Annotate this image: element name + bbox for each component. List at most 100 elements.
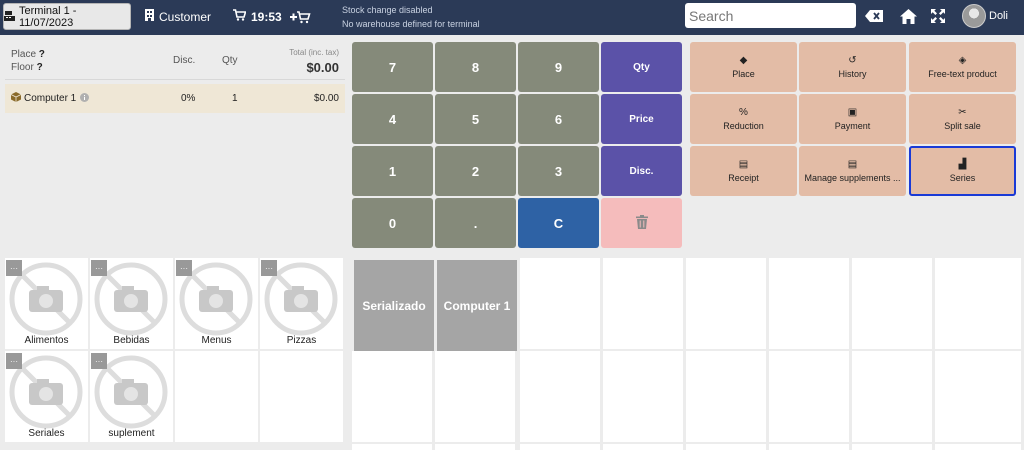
reduction-button[interactable]: % Reduction bbox=[690, 94, 797, 144]
disc-header: Disc. bbox=[173, 55, 196, 66]
stock-status: Stock change disabled bbox=[342, 5, 433, 15]
history-button[interactable]: ↺ History bbox=[799, 42, 906, 92]
order-panel: Place ? Floor ? Disc. Qty Total (inc. ta… bbox=[5, 42, 345, 250]
empty-product-slot bbox=[435, 444, 515, 450]
customer-label: Customer bbox=[159, 9, 212, 24]
empty-product-slot bbox=[603, 351, 683, 442]
key-6[interactable]: 6 bbox=[518, 94, 599, 144]
category-label: Seriales bbox=[28, 428, 65, 439]
search-input[interactable] bbox=[685, 3, 856, 28]
receipt-icon: ▤ bbox=[738, 158, 749, 170]
reduction-button-label: Reduction bbox=[723, 120, 764, 131]
receipt-button-label: Receipt bbox=[728, 172, 759, 183]
category-tile[interactable]: ··· Seriales bbox=[5, 351, 88, 442]
category-tile[interactable]: ··· Alimentos bbox=[5, 258, 88, 349]
split-sale-button-label: Split sale bbox=[944, 120, 981, 131]
fullscreen-icon[interactable] bbox=[928, 6, 948, 26]
empty-product-slot bbox=[935, 258, 1021, 349]
terminal-button[interactable]: Terminal 1 - 11/07/2023 bbox=[3, 3, 131, 30]
series-button[interactable]: ▟ Series bbox=[909, 146, 1016, 196]
terminal-label: Terminal 1 - 11/07/2023 bbox=[19, 4, 77, 29]
key-dot[interactable]: . bbox=[435, 198, 516, 248]
empty-product-slot bbox=[435, 351, 515, 442]
box-icon: ◈ bbox=[958, 54, 967, 66]
percent-icon: % bbox=[739, 106, 748, 118]
time-display: 19:53 bbox=[251, 9, 282, 24]
payment-button[interactable]: ▣ Payment bbox=[799, 94, 906, 144]
order-header: Place ? Floor ? Disc. Qty Total (inc. ta… bbox=[5, 42, 345, 80]
free-text-product-button[interactable]: ◈ Free-text product bbox=[909, 42, 1016, 92]
customer-icon bbox=[145, 9, 154, 24]
more-icon[interactable]: ··· bbox=[6, 260, 22, 276]
delete-button[interactable] bbox=[601, 198, 682, 248]
user-name[interactable]: Doli bbox=[989, 10, 1008, 22]
more-icon[interactable]: ··· bbox=[176, 260, 192, 276]
price-mode-button[interactable]: Price bbox=[601, 94, 682, 144]
empty-product-slot bbox=[352, 444, 432, 450]
empty-category-slot bbox=[175, 351, 258, 442]
empty-product-slot bbox=[935, 351, 1021, 442]
empty-product-slot bbox=[935, 444, 1021, 450]
money-icon: ▣ bbox=[847, 106, 858, 118]
order-line[interactable]: Computer 1 0% 1 $0.00 bbox=[5, 84, 345, 113]
add-cart-icon[interactable] bbox=[289, 0, 311, 33]
more-icon[interactable]: ··· bbox=[91, 353, 107, 369]
clear-search-icon[interactable] bbox=[864, 6, 884, 26]
history-icon: ↺ bbox=[848, 54, 857, 66]
order-line-disc: 0% bbox=[181, 93, 196, 104]
key-8[interactable]: 8 bbox=[435, 42, 516, 92]
category-tile[interactable]: ··· Menus bbox=[175, 258, 258, 349]
category-tile[interactable]: ··· Pizzas bbox=[260, 258, 343, 349]
list-icon: ▤ bbox=[847, 158, 858, 170]
order-line-qty: 1 bbox=[232, 93, 238, 104]
place-label: Place bbox=[11, 49, 37, 60]
empty-product-slot bbox=[603, 258, 683, 349]
info-icon[interactable] bbox=[80, 93, 89, 105]
floor-value: ? bbox=[36, 62, 43, 73]
empty-product-slot bbox=[852, 258, 932, 349]
empty-product-slot bbox=[352, 351, 432, 442]
key-0[interactable]: 0 bbox=[352, 198, 433, 248]
user-avatar[interactable] bbox=[962, 4, 986, 28]
split-sale-button[interactable]: ✂ Split sale bbox=[909, 94, 1016, 144]
key-4[interactable]: 4 bbox=[352, 94, 433, 144]
place-button[interactable]: ◆ Place bbox=[690, 42, 797, 92]
category-label: suplement bbox=[108, 428, 155, 439]
more-icon[interactable]: ··· bbox=[91, 260, 107, 276]
manage-supplements-button[interactable]: ▤ Manage supplements ... bbox=[799, 146, 906, 196]
numpad: 7 8 9 Qty 4 5 6 Price 1 2 3 Disc. 0 . C bbox=[352, 42, 682, 248]
customer-button[interactable]: Customer bbox=[145, 0, 211, 33]
history-button-label: History bbox=[838, 68, 867, 79]
empty-product-slot bbox=[686, 444, 766, 450]
empty-product-slot bbox=[603, 444, 683, 450]
receipt-button[interactable]: ▤ Receipt bbox=[690, 146, 797, 196]
key-2[interactable]: 2 bbox=[435, 146, 516, 196]
empty-product-slot bbox=[520, 258, 600, 349]
category-label: Bebidas bbox=[113, 335, 150, 346]
category-tile[interactable]: ··· Bebidas bbox=[90, 258, 173, 349]
empty-category-slot bbox=[260, 351, 343, 442]
key-3[interactable]: 3 bbox=[518, 146, 599, 196]
place-floor-info: Place ? Floor ? bbox=[11, 48, 45, 74]
qty-mode-button[interactable]: Qty bbox=[601, 42, 682, 92]
action-buttons: ◆ Place ↺ History ◈ Free-text product % … bbox=[690, 42, 1020, 198]
home-icon[interactable] bbox=[898, 6, 918, 26]
key-7[interactable]: 7 bbox=[352, 42, 433, 92]
category-tile[interactable]: ··· suplement bbox=[90, 351, 173, 442]
key-9[interactable]: 9 bbox=[518, 42, 599, 92]
disc-mode-button[interactable]: Disc. bbox=[601, 146, 682, 196]
empty-product-slot bbox=[520, 351, 600, 442]
product-tile[interactable]: Serializado bbox=[354, 260, 434, 351]
series-button-label: Series bbox=[949, 172, 976, 183]
key-5[interactable]: 5 bbox=[435, 94, 516, 144]
cart-time[interactable]: 19:53 bbox=[233, 0, 282, 33]
empty-product-slot bbox=[769, 258, 849, 349]
key-1[interactable]: 1 bbox=[352, 146, 433, 196]
product-tile[interactable]: Computer 1 bbox=[437, 260, 517, 351]
empty-product-slot bbox=[852, 351, 932, 442]
empty-product-slot bbox=[520, 444, 600, 450]
more-icon[interactable]: ··· bbox=[261, 260, 277, 276]
warehouse-status: No warehouse defined for terminal bbox=[342, 19, 480, 29]
more-icon[interactable]: ··· bbox=[6, 353, 22, 369]
clear-button[interactable]: C bbox=[518, 198, 599, 248]
